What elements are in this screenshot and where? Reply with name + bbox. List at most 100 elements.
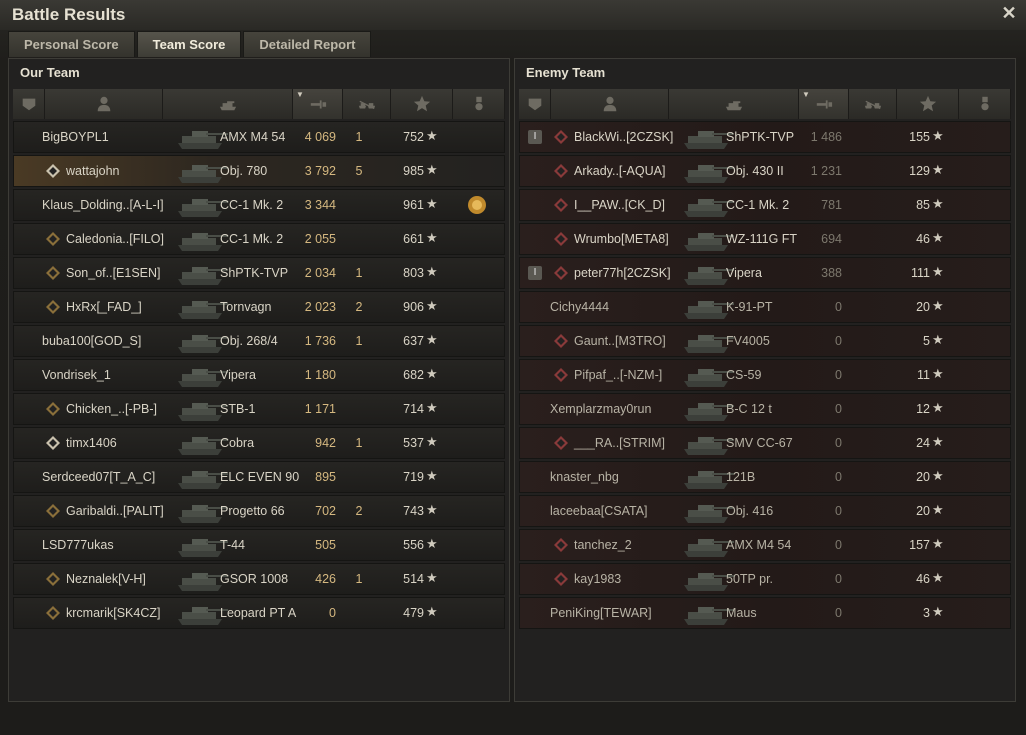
our-col-player[interactable] bbox=[45, 89, 163, 119]
tab-personal-score[interactable]: Personal Score bbox=[8, 31, 135, 57]
star-icon: ★ bbox=[426, 128, 438, 143]
clan-emblem-icon bbox=[554, 572, 568, 586]
player-name: Klaus_Dolding..[A-L-I] bbox=[42, 198, 164, 212]
vehicle-name: B-C 12 t bbox=[726, 402, 772, 416]
table-row[interactable]: Gaunt..[M3TRO] FV4005 0 5 ★ bbox=[519, 325, 1011, 357]
star-icon: ★ bbox=[426, 502, 438, 517]
damage-value: 2 023 bbox=[304, 300, 336, 314]
player-name: Xemplarzmay0run bbox=[550, 402, 652, 416]
table-row[interactable]: timx1406 Cobra 942 1 537 ★ bbox=[13, 427, 505, 459]
table-row[interactable]: Klaus_Dolding..[A-L-I] CC-1 Mk. 23 344 961… bbox=[13, 189, 505, 221]
table-row[interactable]: I BlackWi..[2CZSK] ShPTK-TVP 1 486 155 ★ bbox=[519, 121, 1011, 153]
enemy-col-xp[interactable] bbox=[897, 89, 959, 119]
table-row[interactable]: Cichy4444 K-91-PT 0 20 ★ bbox=[519, 291, 1011, 323]
table-row[interactable]: Arkady..[-AQUA] Obj. 430 II 1 231 129 ★ bbox=[519, 155, 1011, 187]
table-row[interactable]: Ipeter77h[2CZSK] Vipera 388 111 ★ bbox=[519, 257, 1011, 289]
xp-value: 537 bbox=[403, 436, 424, 450]
enemy-col-kills[interactable] bbox=[849, 89, 897, 119]
table-row[interactable]: LSD777ukas T-44 505 556 ★ bbox=[13, 529, 505, 561]
table-row[interactable]: knaster_nbg 121B 0 20 ★ bbox=[519, 461, 1011, 493]
platoon-icon: I bbox=[528, 130, 542, 144]
table-row[interactable]: Chicken_..[-PB-] STB-1 1 171 714 ★ bbox=[13, 393, 505, 425]
player-name: Neznalek[V-H] bbox=[66, 572, 146, 586]
star-icon: ★ bbox=[932, 434, 944, 449]
player-name: Serdceed07[T_A_C] bbox=[42, 470, 156, 484]
medal-icon bbox=[976, 95, 994, 113]
our-col-platoon[interactable] bbox=[13, 89, 45, 119]
table-row[interactable]: Vondrisek_1 Vipera 1 180 682 ★ bbox=[13, 359, 505, 391]
xp-value: 24 bbox=[916, 436, 930, 450]
table-row[interactable]: tanchez_2 AMX M4 54 0 157 ★ bbox=[519, 529, 1011, 561]
enemy-col-damage[interactable]: ▼ bbox=[799, 89, 849, 119]
damage-value: 3 344 bbox=[304, 198, 336, 212]
player-name: I__PAW..[CK_D] bbox=[574, 198, 666, 212]
table-row[interactable]: wattajohn Obj. 780 3 792 5 985 ★ bbox=[13, 155, 505, 187]
table-row[interactable]: krcmarik[SK4CZ] Leopard PT A 0 479 ★ bbox=[13, 597, 505, 629]
vehicle-name: STB-1 bbox=[220, 402, 256, 416]
table-row[interactable]: Garibaldi..[PALIT] Progetto 66 702 2 743 ★ bbox=[13, 495, 505, 527]
xp-value: 20 bbox=[916, 470, 930, 484]
our-col-tank[interactable] bbox=[163, 89, 293, 119]
table-row[interactable]: HxRx[_FAD_] Tornvagn 2 023 2 906 ★ bbox=[13, 291, 505, 323]
tab-detailed-report[interactable]: Detailed Report bbox=[243, 31, 372, 57]
table-row[interactable]: Pifpaf_..[-NZM-] CS-59 0 11 ★ bbox=[519, 359, 1011, 391]
player-name: Cichy4444 bbox=[550, 300, 610, 314]
table-row[interactable]: I__PAW..[CK_D] CC-1 Mk. 2 781 85 ★ bbox=[519, 189, 1011, 221]
window-title: Battle Results bbox=[12, 5, 126, 24]
table-row[interactable]: Xemplarzmay0run B-C 12 t 0 12 ★ bbox=[519, 393, 1011, 425]
kills-value: 1 bbox=[355, 436, 363, 450]
xp-value: 157 bbox=[909, 538, 930, 552]
table-row[interactable]: kay1983 50TP pr. 0 46 ★ bbox=[519, 563, 1011, 595]
player-name: Wrumbo[META8] bbox=[574, 232, 669, 246]
our-col-medal[interactable] bbox=[453, 89, 505, 119]
our-col-damage[interactable]: ▼ bbox=[293, 89, 343, 119]
star-icon: ★ bbox=[426, 332, 438, 347]
close-icon[interactable]: ✕ bbox=[1000, 4, 1018, 22]
our-col-xp[interactable] bbox=[391, 89, 453, 119]
xp-value: 155 bbox=[909, 130, 930, 144]
star-icon: ★ bbox=[932, 468, 944, 483]
star-icon: ★ bbox=[932, 536, 944, 551]
table-row[interactable]: BigBOYPL1 AMX M4 54 4 069 1 752 ★ bbox=[13, 121, 505, 153]
table-row[interactable]: Caledonia..[FILO] CC-1 Mk. 22 055 661 ★ bbox=[13, 223, 505, 255]
xp-value: 46 bbox=[916, 572, 930, 586]
our-team-title: Our Team bbox=[20, 65, 80, 80]
enemy-team-header: ▼ bbox=[519, 89, 1011, 119]
platoon-icon bbox=[526, 95, 544, 113]
damage-value: 1 486 bbox=[810, 130, 842, 144]
xp-value: 637 bbox=[403, 334, 424, 348]
table-row[interactable]: Son_of..[E1SEN] ShPTK-TVP 2 034 1 803 ★ bbox=[13, 257, 505, 289]
our-col-kills[interactable] bbox=[343, 89, 391, 119]
damage-value: 694 bbox=[821, 232, 842, 246]
enemy-col-medal[interactable] bbox=[959, 89, 1011, 119]
damage-value: 895 bbox=[315, 470, 336, 484]
platoon-icon: I bbox=[528, 266, 542, 280]
table-row[interactable]: buba100[GOD_S] Obj. 268/4 1 736 1 637 ★ bbox=[13, 325, 505, 357]
table-row[interactable]: Wrumbo[META8] WZ-111G FT 694 46 ★ bbox=[519, 223, 1011, 255]
sort-arrow-icon: ▼ bbox=[296, 90, 304, 99]
table-row[interactable]: PeniKing[TEWAR] Maus 0 3 ★ bbox=[519, 597, 1011, 629]
enemy-col-platoon[interactable] bbox=[519, 89, 551, 119]
star-icon: ★ bbox=[932, 604, 944, 619]
damage-value: 0 bbox=[835, 436, 842, 450]
table-row[interactable]: Neznalek[V-H] GSOR 1008 426 1 514 ★ bbox=[13, 563, 505, 595]
damage-value: 1 231 bbox=[810, 164, 842, 178]
damage-value: 0 bbox=[835, 402, 842, 416]
star-icon: ★ bbox=[932, 298, 944, 313]
player-name: buba100[GOD_S] bbox=[42, 334, 142, 348]
xp-value: 906 bbox=[403, 300, 424, 314]
clan-emblem-icon bbox=[554, 368, 568, 382]
kills-value: 2 bbox=[355, 504, 363, 518]
star-icon: ★ bbox=[426, 570, 438, 585]
vehicle-name: 50TP pr. bbox=[726, 572, 774, 586]
table-row[interactable]: laceebaa[CSATA] Obj. 416 0 20 ★ bbox=[519, 495, 1011, 527]
clan-emblem-icon bbox=[554, 232, 568, 246]
table-row[interactable]: ___RA..[STRIM] SMV CC-67 0 24 ★ bbox=[519, 427, 1011, 459]
title-bar: Battle Results ✕ bbox=[0, 0, 1026, 30]
xp-value: 20 bbox=[916, 504, 930, 518]
clan-emblem-icon bbox=[46, 572, 60, 586]
table-row[interactable]: Serdceed07[T_A_C] ELC EVEN 90 895 719 ★ bbox=[13, 461, 505, 493]
enemy-col-tank[interactable] bbox=[669, 89, 799, 119]
tab-team-score[interactable]: Team Score bbox=[136, 31, 242, 57]
enemy-col-player[interactable] bbox=[551, 89, 669, 119]
